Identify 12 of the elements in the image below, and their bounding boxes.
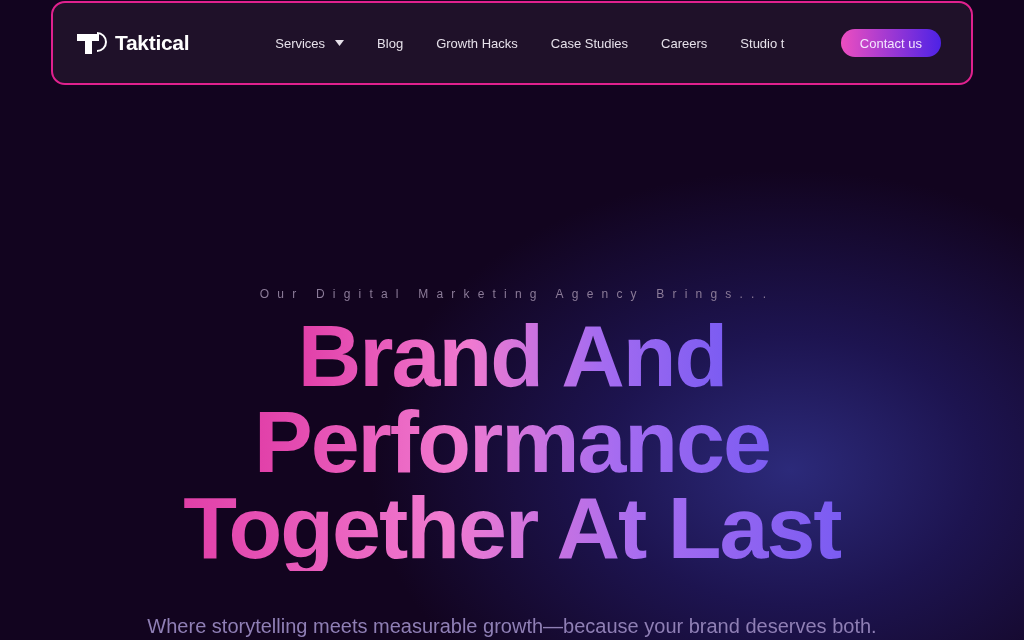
nav-link[interactable]: Studio t xyxy=(740,35,785,51)
tagline: Our Digital Marketing Agency Brings... xyxy=(259,287,775,301)
logo-icon xyxy=(75,31,109,55)
nav-link[interactable]: Case Studies xyxy=(550,35,629,51)
nav-link[interactable]: Services xyxy=(275,35,345,51)
logo-text: Taktical xyxy=(115,31,190,55)
nav-link[interactable]: Careers xyxy=(661,35,708,51)
nav-link[interactable]: Blog xyxy=(377,35,404,51)
caret-icon xyxy=(335,40,345,46)
nav-link[interactable]: Growth Hacks xyxy=(436,35,518,51)
contact-button[interactable]: Contact us xyxy=(840,29,941,57)
subtitle: Where storytelling meets measurable growth—because your brand deserves both. xyxy=(147,615,877,638)
